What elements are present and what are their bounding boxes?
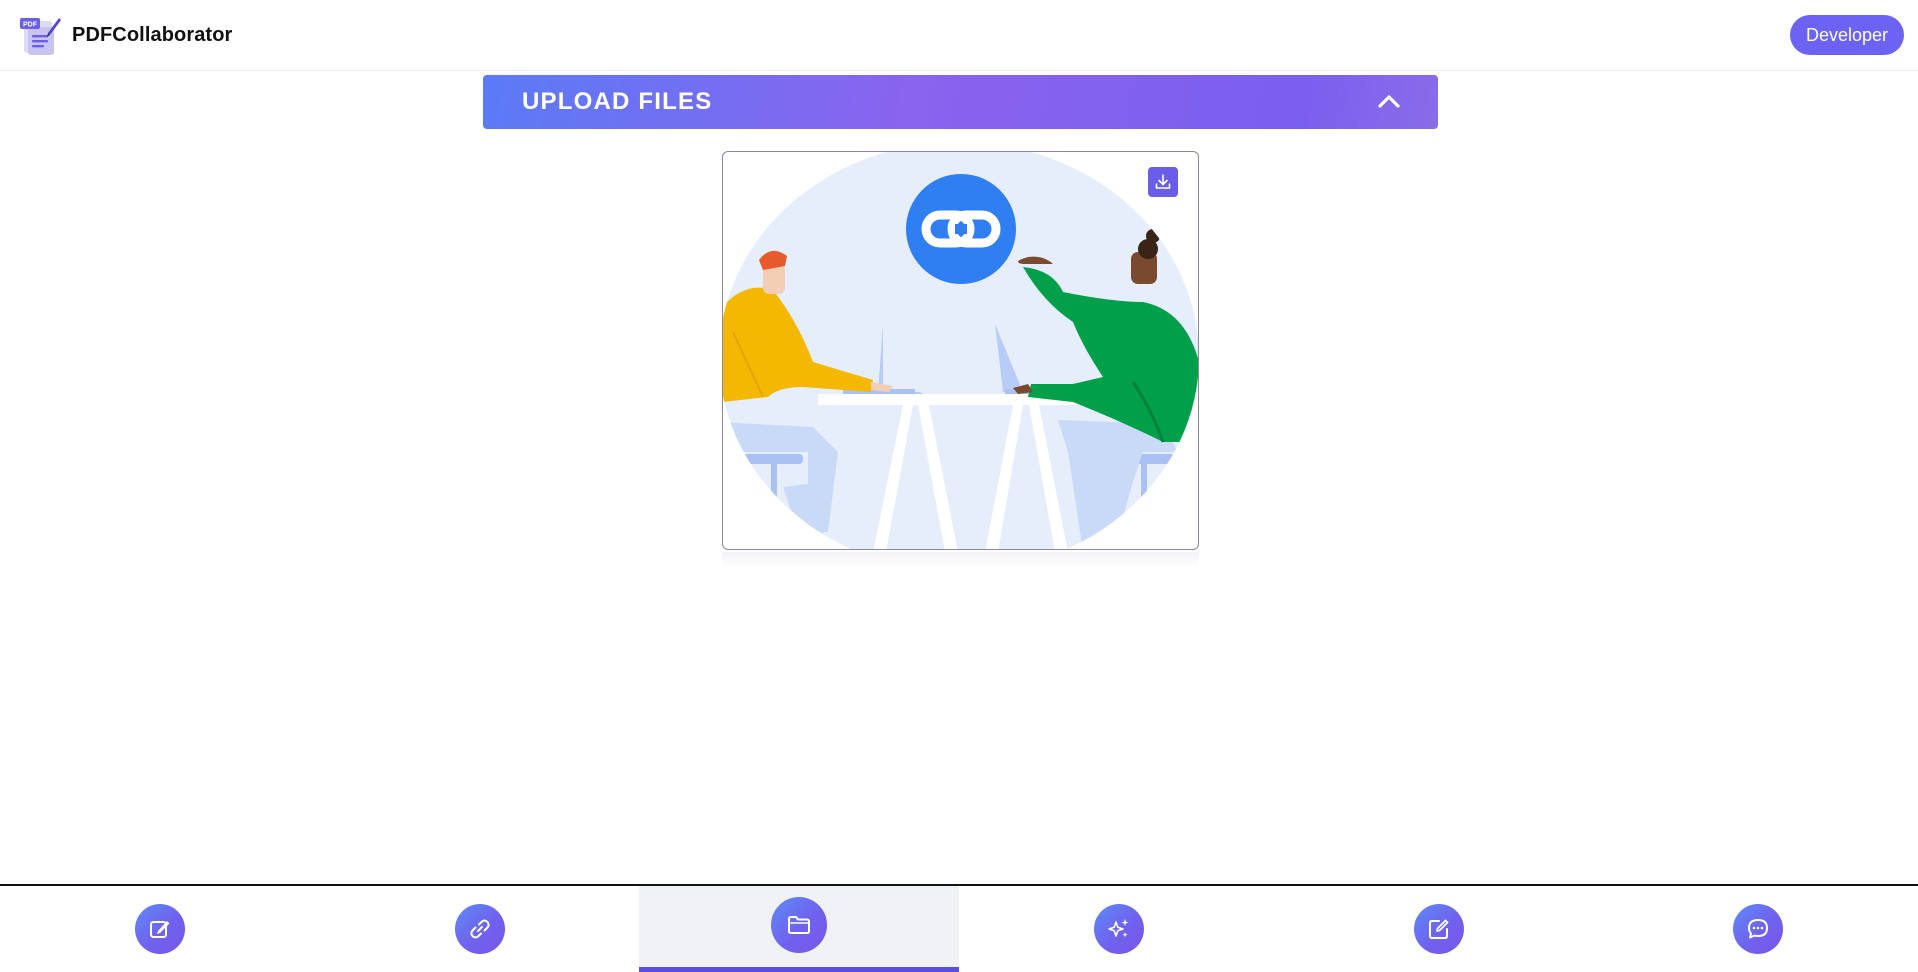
nav-item-chat[interactable] (1598, 886, 1918, 972)
collaboration-illustration (723, 152, 1198, 549)
nav-item-edit[interactable] (0, 886, 320, 972)
brand[interactable]: PDF PDFCollaborator (18, 13, 232, 57)
sparkles-icon (1108, 919, 1129, 938)
developer-button[interactable]: Developer (1789, 15, 1904, 55)
bottom-navigation (0, 884, 1918, 972)
link-icon (469, 919, 490, 939)
nav-item-link[interactable] (320, 886, 640, 972)
folder-icon (788, 916, 811, 934)
chevron-up-icon[interactable] (1376, 89, 1402, 115)
download-button[interactable] (1148, 167, 1178, 197)
app-name: PDFCollaborator (72, 23, 233, 46)
illustration-card (722, 151, 1199, 550)
nav-button-notes[interactable] (1413, 904, 1464, 954)
edit-icon (149, 921, 170, 938)
nav-button-edit[interactable] (134, 904, 185, 954)
nav-button-files[interactable] (771, 897, 828, 953)
chat-icon (1748, 919, 1769, 939)
top-header: PDF PDFCollaborator Developer (0, 0, 1918, 71)
upload-files-title: UPLOAD FILES (522, 88, 713, 115)
nav-button-chat[interactable] (1733, 904, 1784, 954)
download-icon (1155, 174, 1171, 189)
nav-item-ai[interactable] (959, 886, 1279, 972)
nav-button-ai[interactable] (1093, 904, 1144, 954)
nav-button-link[interactable] (454, 904, 505, 954)
upload-files-toggle[interactable]: UPLOAD FILES (483, 75, 1438, 129)
logo-text: PDF (23, 22, 38, 29)
edit-square-icon (1428, 919, 1448, 939)
nav-item-notes[interactable] (1279, 886, 1599, 972)
card-shadow (722, 552, 1199, 568)
nav-item-files[interactable] (639, 886, 960, 972)
pdf-edit-logo-icon: PDF (20, 18, 61, 55)
